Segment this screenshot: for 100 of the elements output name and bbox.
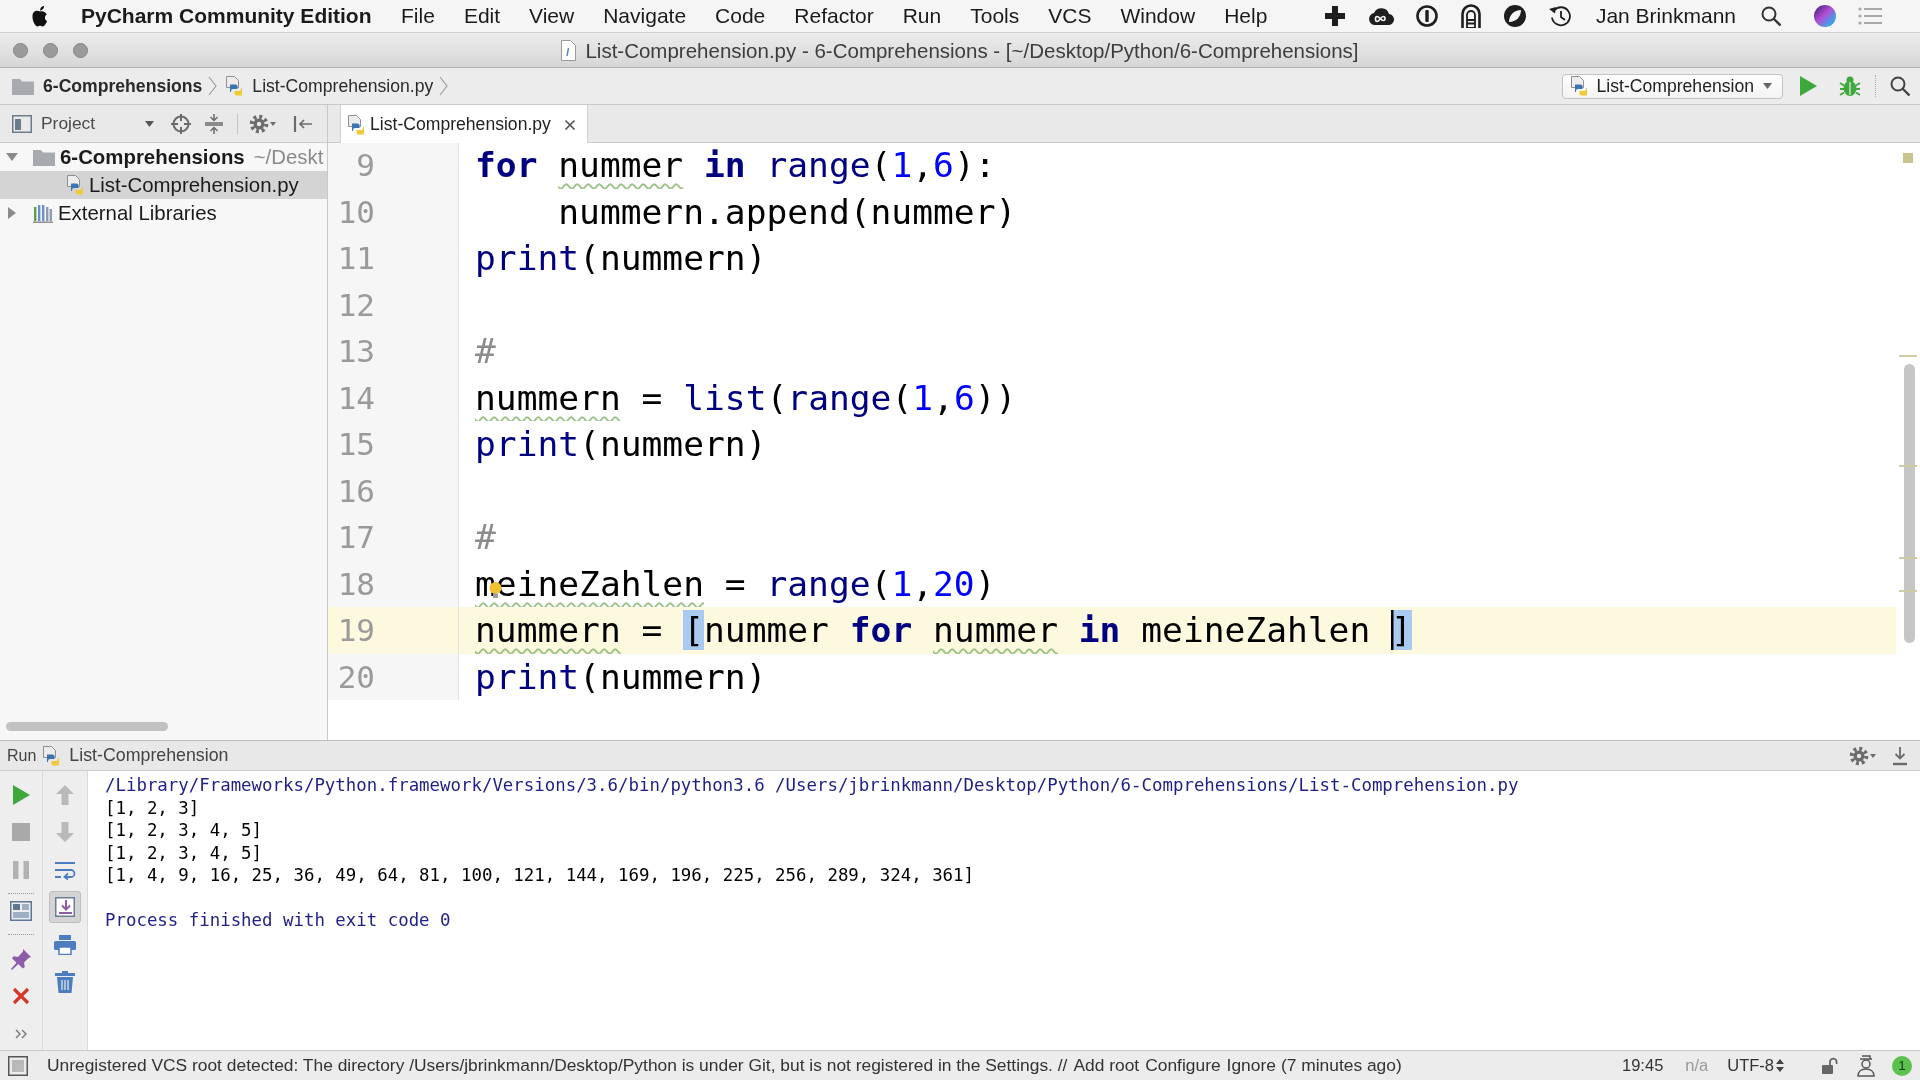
menu-item[interactable]: Help (1209, 4, 1282, 28)
caret-position[interactable]: 19:45 (1622, 1056, 1664, 1075)
search-icon[interactable] (1890, 76, 1910, 96)
console-output-line: /Library/Frameworks/Python.framework/Versions/3.6/bin/python3.6 /Users/jbrinkmann/Desktop/Python/6-Comprehensions/List-Comprehension.py (105, 774, 1519, 797)
list-icon[interactable] (1858, 7, 1882, 25)
tree-item[interactable]: External Libraries (0, 199, 327, 227)
vertical-scrollbar-thumb[interactable] (1904, 364, 1915, 643)
scroll-to-end-button[interactable] (49, 891, 81, 924)
menu-item[interactable]: Refactor (779, 4, 889, 28)
orb-icon[interactable] (1814, 5, 1836, 27)
cloud-icon[interactable] (1367, 6, 1394, 26)
line-number: 16 (328, 467, 459, 514)
console-output-line: [1, 4, 9, 16, 25, 36, 49, 64, 81, 100, 121, 144, 169, 196, 225, 256, 289, 324, 361] (105, 864, 974, 887)
window-title: List-Comprehension.py - 6-Comprehensions - [~/Desktop/Python/6-Comprehensions] (585, 37, 1359, 63)
chevron-icon (439, 76, 449, 96)
folder-icon (33, 148, 55, 166)
lock-icon[interactable] (1822, 1056, 1838, 1075)
window-minimize-button[interactable] (43, 42, 58, 58)
lightbulb-icon[interactable] (489, 581, 502, 598)
tree-item[interactable]: 6-Comprehensions ~/Deskt (0, 143, 327, 171)
line-number: 19 (328, 607, 459, 654)
breadcrumb[interactable]: 6-Comprehensions (12, 75, 209, 97)
horizontal-scrollbar-thumb[interactable] (6, 722, 168, 731)
window-layout-icon[interactable] (10, 901, 32, 922)
menu-item[interactable]: Tools (955, 4, 1034, 28)
menu-item[interactable]: Edit (449, 4, 515, 28)
app-menu[interactable]: PyCharm Community Edition (81, 4, 372, 28)
python-file-icon (66, 175, 84, 195)
project-view-icon (12, 114, 32, 133)
line-number: 20 (328, 653, 459, 700)
python-file-icon (225, 76, 244, 96)
status-age: (7 minutes ago) (1280, 1055, 1402, 1076)
document-icon (561, 39, 577, 61)
wrap-lines-icon[interactable] (54, 859, 76, 880)
status-message: Unregistered VCS root detected: The directory /Users/jbrinkmann/Desktop/Python is under Git, but is not registered in the Settings. // (47, 1055, 1068, 1076)
line-number: 15 (328, 421, 459, 468)
printer-icon[interactable] (54, 934, 76, 955)
search-icon[interactable] (1761, 6, 1781, 26)
status-link[interactable]: Configure (1145, 1055, 1221, 1076)
user-name[interactable]: Jan Brinkmann (1595, 4, 1736, 28)
run-tab[interactable]: List-Comprehension (42, 745, 229, 766)
expand-arrow-icon[interactable] (6, 151, 18, 163)
chevron-icon (208, 76, 218, 96)
menu-item[interactable]: VCS (1033, 4, 1106, 28)
status-link[interactable]: Ignore (1226, 1055, 1276, 1076)
expand-arrow-icon[interactable] (6, 207, 18, 219)
apple-logo-icon (31, 5, 49, 27)
tree-item-path: ~/Deskt (253, 145, 324, 169)
pin-icon[interactable] (10, 947, 32, 970)
library-icon (33, 203, 53, 223)
run-icon[interactable] (1800, 76, 1817, 96)
line-number: 13 (328, 328, 459, 375)
status-link[interactable]: Add root (1073, 1055, 1140, 1076)
menu-item[interactable]: Window (1105, 4, 1210, 28)
hide-panel-icon[interactable] (293, 114, 313, 133)
collapse-all-icon[interactable] (204, 113, 224, 134)
double-chevron-icon[interactable] (15, 1028, 27, 1039)
window-zoom-button[interactable] (73, 42, 88, 58)
arrow-to-bottom-icon (55, 897, 75, 918)
tree-item[interactable]: List-Comprehension.py (0, 171, 327, 199)
close-icon[interactable] (12, 987, 30, 1006)
close-icon[interactable] (563, 118, 576, 131)
gear-icon[interactable] (1849, 745, 1877, 766)
square-panel-icon[interactable] (8, 1055, 28, 1076)
debug-icon[interactable] (1839, 75, 1861, 97)
python-file-icon (1569, 76, 1588, 96)
menu-item[interactable]: Navigate (588, 4, 701, 28)
gear-icon[interactable] (249, 113, 277, 134)
crosshair-icon[interactable] (171, 113, 191, 134)
run-icon[interactable] (12, 784, 30, 805)
line-number: 11 (328, 235, 459, 282)
menu-item[interactable]: File (386, 4, 450, 28)
person-icon[interactable] (1856, 1054, 1876, 1077)
notification-badge[interactable]: 1 (1892, 1055, 1912, 1076)
history-clock-icon[interactable] (1547, 5, 1572, 27)
line-number: 9 (328, 143, 459, 189)
leaf-icon[interactable] (1503, 5, 1526, 27)
menu-item[interactable]: Run (888, 4, 956, 28)
python-file-icon (42, 745, 61, 766)
line-number: 12 (328, 281, 459, 328)
run-configuration-dropdown[interactable]: List-Comprehension (1561, 73, 1783, 99)
breadcrumb[interactable]: List-Comprehension.py (225, 75, 440, 97)
caret-icon (1763, 83, 1772, 89)
arrow-down-bar-icon[interactable] (1892, 745, 1908, 766)
up-down-arrows-icon[interactable] (1776, 1059, 1784, 1072)
editor-tab[interactable]: List-Comprehension.py (340, 105, 588, 144)
menu-item[interactable]: Code (700, 4, 780, 28)
tool-window-title: Run (7, 746, 37, 765)
stop-icon[interactable] (12, 823, 30, 842)
file-encoding[interactable]: UTF-8 (1727, 1056, 1774, 1075)
console-output-line: [1, 2, 3] (105, 796, 200, 819)
line-number: 18 (328, 560, 459, 607)
window-close-button[interactable] (13, 42, 28, 58)
arch-icon[interactable] (1459, 4, 1482, 28)
trash-icon[interactable] (55, 971, 75, 994)
line-number: 14 (328, 374, 459, 421)
python-file-icon (347, 114, 365, 135)
plus-icon[interactable] (1323, 5, 1346, 27)
circle-bar-icon[interactable] (1415, 5, 1438, 27)
menu-item[interactable]: View (514, 4, 589, 28)
